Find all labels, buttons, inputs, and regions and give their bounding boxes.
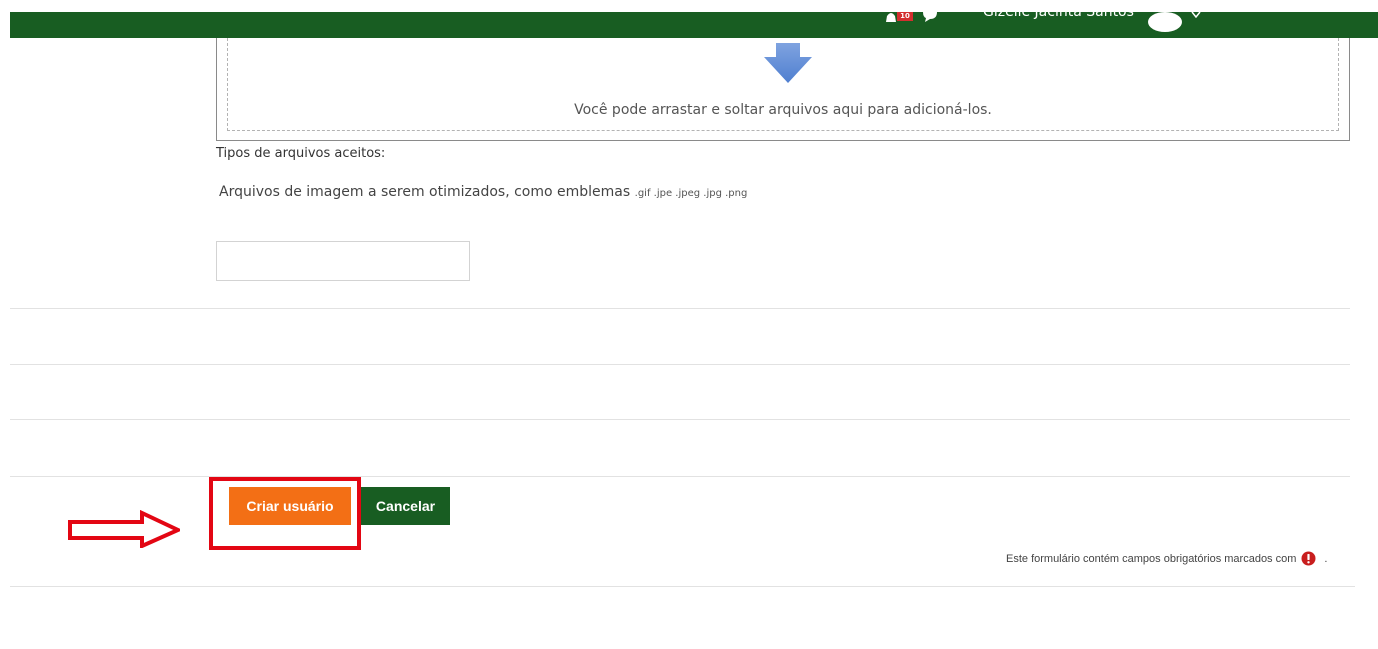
bell-icon[interactable]: [885, 12, 897, 22]
accepted-extensions: .gif .jpe .jpeg .jpg .png: [634, 188, 748, 199]
chevron-down-icon[interactable]: [1191, 12, 1201, 18]
cancel-button[interactable]: Cancelar: [361, 487, 450, 525]
top-navbar: 10 Gizelle Jacinta Santos: [10, 4, 1378, 38]
required-note-text: Este formulário contém campos obrigatóri…: [1006, 552, 1297, 565]
accepted-types-label: Tipos de arquivos aceitos:: [216, 146, 386, 161]
annotation-highlight-box: [209, 477, 361, 550]
drop-instructions: Você pode arrastar e soltar arquivos aqu…: [574, 102, 992, 118]
annotation-arrow-icon: [68, 510, 180, 548]
user-name[interactable]: Gizelle Jacinta Santos: [983, 4, 1134, 20]
chat-bubble-icon[interactable]: [922, 12, 938, 22]
text-field[interactable]: [216, 241, 470, 281]
section-divider: [10, 364, 1350, 365]
accepted-types-text: Arquivos de imagem a serem otimizados, c…: [219, 184, 631, 200]
file-drop-area[interactable]: Você pode arrastar e soltar arquivos aqu…: [216, 38, 1350, 141]
required-fields-note: Este formulário contém campos obrigatóri…: [1006, 551, 1327, 566]
accepted-types-description: Arquivos de imagem a serem otimizados, c…: [219, 184, 747, 200]
user-avatar-icon[interactable]: [1147, 6, 1183, 32]
section-divider: [10, 419, 1350, 420]
section-divider: [10, 308, 1350, 309]
notification-count-badge: 10: [897, 12, 913, 21]
exclamation-circle-icon: [1301, 551, 1316, 566]
required-note-period: .: [1324, 552, 1328, 565]
section-divider: [10, 586, 1355, 587]
file-drop-zone[interactable]: Você pode arrastar e soltar arquivos aqu…: [227, 38, 1339, 131]
download-arrow-icon: [764, 43, 812, 83]
